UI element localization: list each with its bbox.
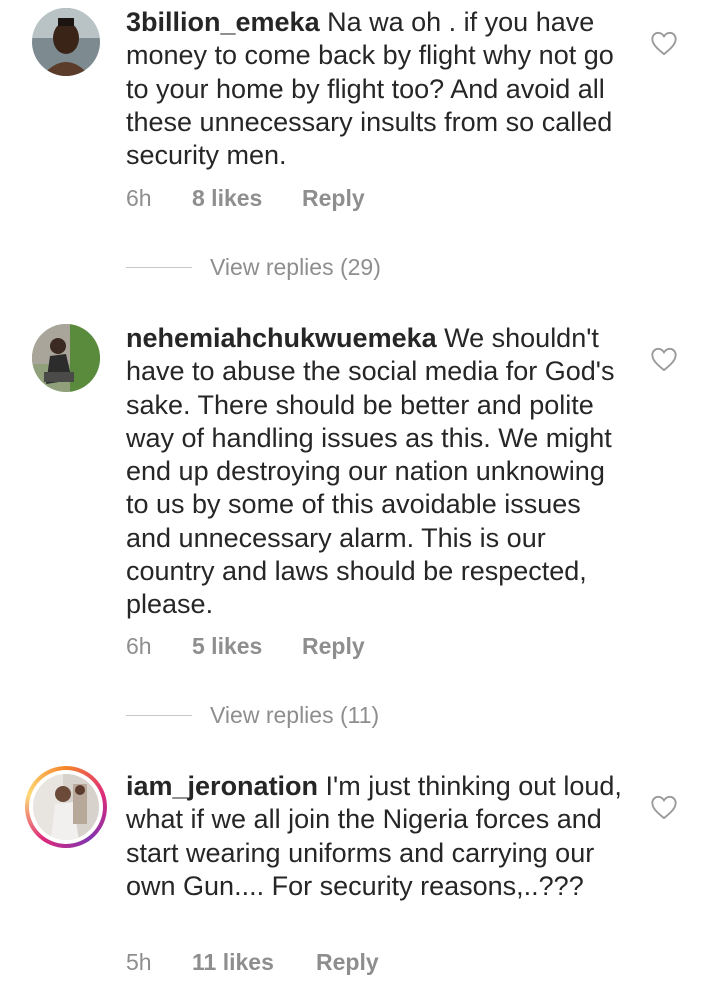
avatar [33, 774, 99, 840]
comment-username[interactable]: nehemiahchukwuemeka [126, 323, 437, 353]
likes-count[interactable]: 5 likes [192, 633, 302, 660]
comment-text: 3billion_emeka Na wa oh . if you have mo… [126, 6, 631, 172]
reply-button[interactable]: Reply [302, 633, 365, 660]
view-replies-link[interactable]: View replies (29) [126, 254, 381, 281]
avatar-story-ring[interactable] [25, 766, 107, 848]
reply-button[interactable]: Reply [302, 185, 365, 212]
comment-username[interactable]: 3billion_emeka [126, 7, 320, 37]
likes-count[interactable]: 11 likes [192, 949, 316, 976]
heart-outline-icon[interactable] [650, 346, 678, 372]
divider-line [126, 715, 192, 716]
likes-count[interactable]: 8 likes [192, 185, 302, 212]
comment-text: iam_jeronation I'm just thinking out lou… [126, 770, 631, 903]
divider-line [126, 267, 192, 268]
comment-time: 6h [126, 633, 152, 659]
avatar[interactable] [32, 8, 100, 76]
heart-outline-icon[interactable] [650, 30, 678, 56]
avatar-ring-gap [29, 770, 103, 844]
comment-meta: 6h 5 likes Reply [126, 633, 365, 660]
reply-button[interactable]: Reply [316, 949, 379, 976]
comment-text: nehemiahchukwuemeka We shouldn't have to… [126, 322, 631, 622]
view-replies-link[interactable]: View replies (11) [126, 702, 379, 729]
comment-username[interactable]: iam_jeronation [126, 771, 318, 801]
heart-outline-icon[interactable] [650, 794, 678, 820]
comment-meta: 5h 11 likes Reply [126, 949, 379, 976]
comment-body: We shouldn't have to abuse the social me… [126, 323, 615, 620]
comment-time: 5h [126, 949, 152, 975]
avatar[interactable] [32, 324, 100, 392]
view-replies-label[interactable]: View replies (29) [210, 254, 381, 281]
view-replies-label[interactable]: View replies (11) [210, 702, 379, 729]
comment-meta: 6h 8 likes Reply [126, 185, 365, 212]
comment-time: 6h [126, 185, 152, 211]
